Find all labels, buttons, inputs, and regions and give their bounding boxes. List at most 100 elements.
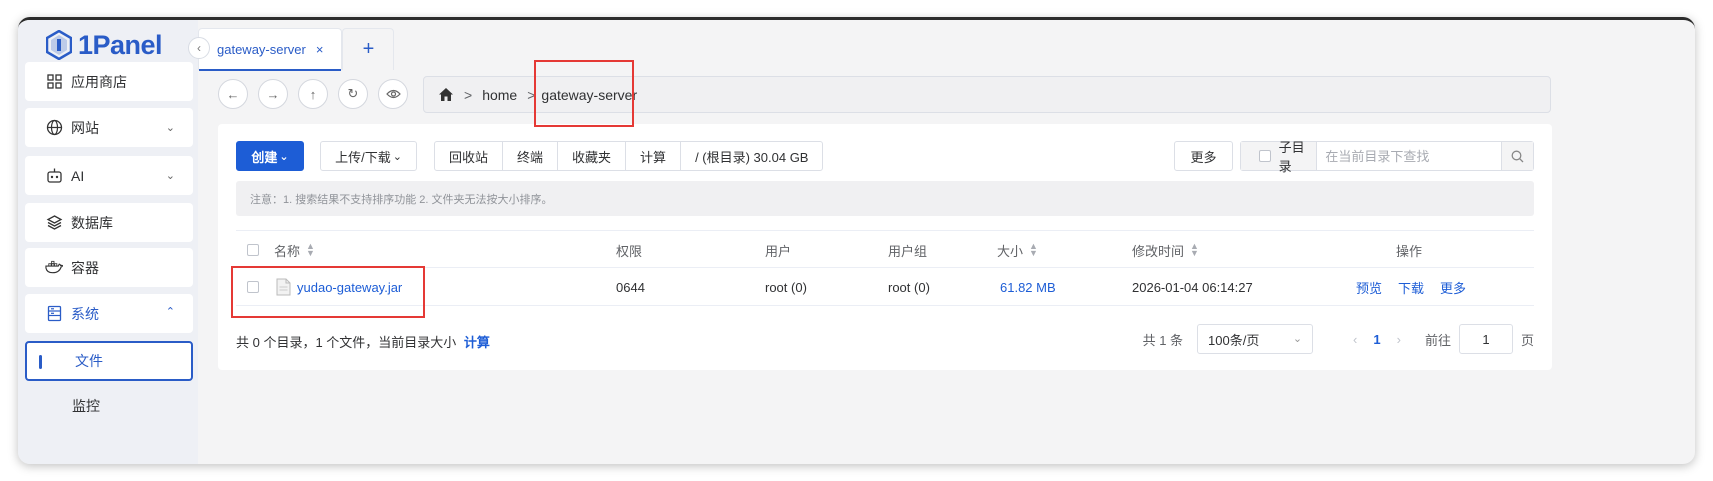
tab-label: gateway-server [217, 42, 306, 57]
directory-summary: 共 0 个目录，1 个文件，当前目录大小 计算 [236, 335, 490, 350]
breadcrumb-item-home[interactable]: home [482, 87, 517, 103]
header-operations: 操作 [1396, 243, 1423, 259]
chevron-down-icon: ⌄ [279, 150, 289, 163]
breadcrumb-separator: > [464, 86, 473, 103]
sidebar-item-label: 系统 [71, 305, 99, 322]
sort-icon: ▲ ▼ [306, 241, 315, 258]
goto-label: 前往 [1424, 332, 1451, 348]
notice-text: 注意：1. 搜索结果不支持排序功能 2. 文件夹无法按大小排序。 [250, 193, 553, 206]
up-button[interactable]: ↑ [298, 79, 328, 109]
sidebar-item-app-store[interactable]: 应用商店 [25, 62, 193, 101]
chevron-up-icon: ⌃ [165, 306, 175, 318]
grid-icon [45, 73, 63, 91]
logo-icon [46, 30, 72, 60]
refresh-icon: ↻ [347, 86, 359, 101]
page-number-1[interactable]: 1 [1373, 332, 1380, 347]
sidebar-subitem-monitor[interactable]: 监控 [25, 386, 193, 426]
sidebar-item-label: AI [71, 167, 85, 184]
file-table: 名称 ▲ ▼ 权限 用户 用户组 大小 ▲ ▼ 修改时间 ▲ ▼ 操作 yuda… [236, 230, 1534, 306]
upload-download-label: 上传/下载 [335, 149, 391, 165]
sidebar-item-label: 容器 [71, 259, 99, 276]
sort-icon: ▲ ▼ [1029, 241, 1038, 258]
page-suffix: 页 [1520, 332, 1534, 348]
calculate-button[interactable]: 计算 [626, 142, 682, 170]
search-button[interactable] [1501, 142, 1533, 170]
header-size[interactable]: 大小 ▲ ▼ [997, 231, 1038, 269]
plus-icon: + [362, 38, 375, 60]
refresh-button[interactable]: ↻ [338, 79, 368, 109]
next-page-button[interactable]: › [1397, 332, 1401, 347]
header-name[interactable]: 名称 ▲ ▼ [274, 231, 315, 269]
app-window: 1Panel 应用商店 网站 ⌄ AI ⌄ 数据库 容器 系统 ⌃ 文件 监控 … [18, 17, 1695, 464]
recycle-bin-button[interactable]: 回收站 [435, 142, 504, 170]
favorites-button[interactable]: 收藏夹 [558, 142, 627, 170]
upload-download-button[interactable]: 上传/下载 ⌄ [320, 141, 417, 171]
add-tab-button[interactable]: + [342, 28, 395, 70]
sort-icon: ▲ ▼ [1190, 241, 1199, 258]
sidebar-item-ai[interactable]: AI ⌄ [25, 156, 193, 195]
create-button[interactable]: 创建 ⌄ [236, 141, 304, 171]
tab-gateway-server[interactable]: gateway-server × [198, 28, 343, 71]
prev-page-button[interactable]: ‹ [1353, 332, 1357, 347]
create-label: 创建 [251, 149, 278, 165]
sidebar-item-container[interactable]: 容器 [25, 248, 193, 287]
layers-icon [45, 214, 63, 232]
more-button[interactable]: 更多 [1174, 141, 1233, 171]
preview-link[interactable]: 预览 [1356, 268, 1382, 306]
active-indicator [39, 355, 42, 369]
arrow-left-icon: ← [226, 86, 240, 102]
back-button[interactable]: ← [218, 79, 248, 109]
table-footer: 共 0 个目录，1 个文件，当前目录大小 计算 共 1 条 100条/页 ⌄ ‹… [236, 324, 1534, 356]
disk-usage-button[interactable]: / (根目录) 30.04 GB [681, 142, 822, 170]
sidebar-subitem-label: 文件 [75, 353, 103, 369]
sidebar-subitem-files[interactable]: 文件 [25, 341, 193, 381]
page-size-select[interactable]: 100条/页 ⌄ [1197, 324, 1314, 354]
view-toggle-button[interactable] [378, 79, 408, 109]
sidebar-item-system[interactable]: 系统 ⌃ [25, 294, 193, 333]
forward-button[interactable]: → [258, 79, 288, 109]
sidebar: 1Panel 应用商店 网站 ⌄ AI ⌄ 数据库 容器 系统 ⌃ 文件 监控 [18, 20, 198, 464]
group-cell: root (0) [888, 279, 930, 295]
checkbox[interactable] [1259, 150, 1271, 162]
eye-icon [385, 89, 401, 99]
size-cell[interactable]: 61.82 MB [1000, 268, 1056, 306]
download-link[interactable]: 下载 [1398, 268, 1424, 306]
header-modified-time[interactable]: 修改时间 ▲ ▼ [1132, 231, 1199, 269]
highlight-box-breadcrumb [534, 60, 634, 127]
collapse-sidebar-button[interactable]: ‹ [188, 37, 210, 59]
server-icon [45, 305, 63, 323]
more-link[interactable]: 更多 [1440, 268, 1466, 306]
search-icon [1511, 150, 1524, 162]
modified-time-cell: 2026-01-04 06:14:27 [1132, 279, 1253, 295]
chevron-down-icon: ⌄ [1292, 333, 1303, 345]
search-group: 子目录 [1240, 140, 1534, 174]
table-header: 名称 ▲ ▼ 权限 用户 用户组 大小 ▲ ▼ 修改时间 ▲ ▼ 操作 [236, 230, 1534, 268]
pagination: 共 1 条 100条/页 ⌄ ‹ 1 › 前往 1 页 [1143, 324, 1534, 354]
main-area: gateway-server × + ← → ↑ ↻ > home > gate… [198, 20, 1695, 464]
docker-icon [45, 259, 63, 277]
home-icon[interactable] [438, 87, 454, 102]
logo[interactable]: 1Panel [46, 28, 163, 62]
file-manager-card: 创建 ⌄ 上传/下载 ⌄ 回收站 终端 收藏夹 计算 / (根目录) 30.04… [218, 124, 1552, 370]
select-all-checkbox[interactable] [247, 231, 259, 269]
header-user: 用户 [765, 243, 792, 259]
calculate-size-link[interactable]: 计算 [464, 335, 490, 350]
chevron-down-icon: ⌄ [165, 170, 175, 182]
close-icon[interactable]: × [316, 42, 324, 57]
goto-page-input[interactable]: 1 [1458, 324, 1513, 354]
chevron-down-icon: ⌄ [165, 122, 175, 134]
subdirectory-checkbox[interactable]: 子目录 [1241, 140, 1318, 174]
user-cell: root (0) [765, 279, 807, 295]
arrow-up-icon: ↑ [309, 86, 317, 102]
sidebar-item-website[interactable]: 网站 ⌄ [25, 108, 193, 147]
chevron-left-icon: ‹ [197, 41, 201, 55]
sidebar-item-database[interactable]: 数据库 [25, 203, 193, 242]
total-count: 共 1 条 [1142, 332, 1184, 348]
terminal-button[interactable]: 终端 [503, 142, 559, 170]
permission-cell: 0644 [616, 279, 645, 295]
logo-text: 1Panel [78, 29, 163, 60]
table-row: yudao-gateway.jar 0644 root (0) root (0)… [236, 268, 1534, 306]
search-input[interactable] [1317, 142, 1502, 170]
action-button-group: 回收站 终端 收藏夹 计算 / (根目录) 30.04 GB [434, 141, 824, 171]
globe-icon [45, 119, 63, 137]
